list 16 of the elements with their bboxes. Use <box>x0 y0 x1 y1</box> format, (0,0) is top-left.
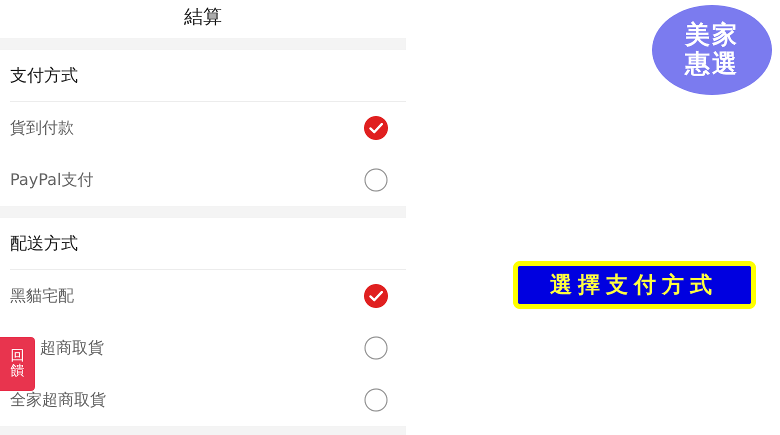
option-label[interactable]: 黑貓宅配 <box>10 286 74 306</box>
checked-radio-icon[interactable] <box>364 116 388 140</box>
option-label[interactable]: 貨到付款 <box>10 118 74 138</box>
radio-icon[interactable] <box>364 336 388 360</box>
radio-icon[interactable] <box>364 168 388 192</box>
feedback-tab[interactable]: 回饋 <box>0 337 35 391</box>
page-title: 結算 <box>184 5 222 30</box>
option-label[interactable]: 超商取貨 <box>40 338 104 358</box>
section-title: 配送方式 <box>10 233 78 255</box>
option-label[interactable]: PayPal支付 <box>10 170 94 190</box>
checked-radio-icon[interactable] <box>364 284 388 308</box>
logo: 美家 惠選 <box>652 5 772 95</box>
section-title: 支付方式 <box>10 65 78 87</box>
radio-icon[interactable] <box>364 388 388 412</box>
option-label[interactable]: 全家超商取貨 <box>10 390 106 410</box>
banner: 選擇支付方式 <box>512 261 756 309</box>
